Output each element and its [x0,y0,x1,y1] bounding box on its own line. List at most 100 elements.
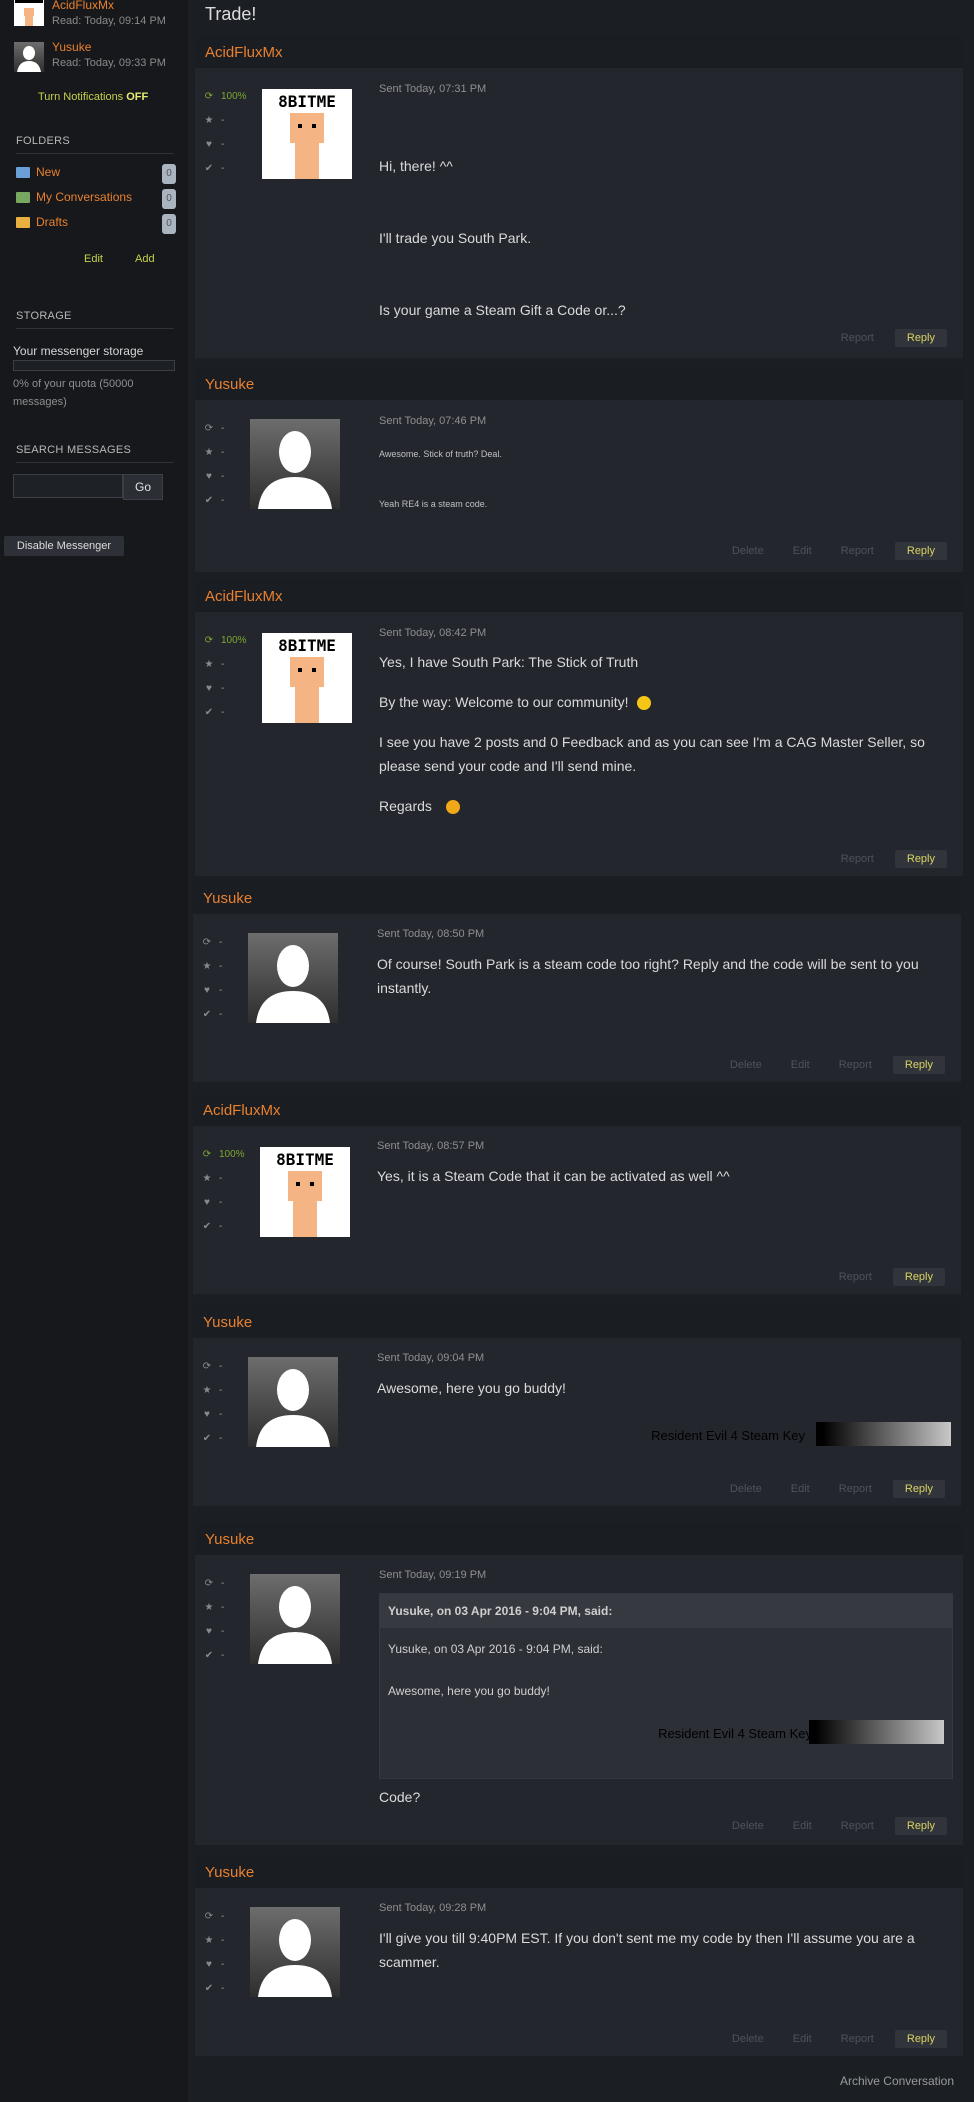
stat-value: - [221,1626,225,1637]
reply-button[interactable]: Reply [894,850,947,868]
folder-new[interactable]: New 0 [16,164,176,186]
quote-header: Yusuke, on 03 Apr 2016 - 9:04 PM, said: [380,1594,952,1628]
check-icon: ✔ [204,495,214,506]
avatar [14,0,44,26]
report-button[interactable]: Report [841,853,874,865]
recent-name[interactable]: Yusuke [52,40,91,54]
sent-time: Sent Today, 09:28 PM [379,1902,487,1914]
star-icon: ★ [202,1173,212,1184]
heart-icon: ♥ [206,683,212,694]
delete-button[interactable]: Delete [732,545,764,557]
sent-time: Sent Today, 09:04 PM [377,1352,485,1364]
notifications-state: OFF [126,91,149,103]
message-post: Yusuke ⟳ - ★ - ♥ - ✔ - Sent Today, 08:50 PM … [193,882,961,1082]
delete-button[interactable]: Delete [730,1483,762,1495]
stat-value: - [221,115,225,126]
report-button[interactable]: Report [841,2033,874,2045]
reply-button[interactable]: Reply [892,1480,945,1498]
star-icon: ★ [202,961,212,972]
stat-value: - [221,1983,225,1994]
edit-folders-link[interactable]: Edit [84,253,103,265]
post-actions: Report Reply [815,329,947,349]
disable-messenger-button[interactable]: Disable Messenger [4,536,124,556]
post-author[interactable]: Yusuke [203,1314,252,1331]
smiley-icon [636,696,651,711]
edit-button[interactable]: Edit [793,2033,812,2045]
star-icon: ★ [204,659,214,670]
avatar[interactable]: 8BITME [260,1147,350,1237]
message-line: I'll trade you South Park. [379,230,532,246]
sent-time: Sent Today, 09:19 PM [379,1569,487,1581]
message-body: Awesome, here you go buddy! [377,1376,949,1400]
quote-line: Yusuke, on 03 Apr 2016 - 9:04 PM, said: [388,1642,603,1656]
edit-button[interactable]: Edit [791,1483,810,1495]
message-line: Awesome, here you go buddy! [377,1380,566,1396]
post-author[interactable]: Yusuke [205,376,254,393]
folder-label: Drafts [36,215,69,229]
post-author[interactable]: AcidFluxMx [205,44,283,61]
add-folder-link[interactable]: Add [135,253,155,265]
avatar[interactable]: 8BITME [262,89,352,179]
reply-button[interactable]: Reply [894,1817,947,1835]
report-button[interactable]: Report [839,1483,872,1495]
report-button[interactable]: Report [841,1820,874,1832]
check-icon: ✔ [202,1009,212,1020]
folder-label: New [36,165,61,179]
post-header: AcidFluxMx [195,580,963,612]
edit-button[interactable]: Edit [793,545,812,557]
heart-icon: ♥ [204,1197,210,1208]
folder-drafts[interactable]: Drafts 0 [16,214,176,236]
reply-button[interactable]: Reply [892,1056,945,1074]
edit-button[interactable]: Edit [793,1820,812,1832]
avatar-caption: 8BITME [278,636,336,655]
notifications-toggle[interactable]: Turn Notifications OFF [38,91,148,103]
reply-button[interactable]: Reply [894,542,947,560]
delete-button[interactable]: Delete [732,2033,764,2045]
search-input[interactable] [13,474,123,498]
stat-value: - [219,985,223,996]
recent-name[interactable]: AcidFluxMx [52,0,114,12]
stat-value: - [221,447,225,458]
folders-heading: FOLDERS [16,135,174,154]
report-button[interactable]: Report [839,1059,872,1071]
post-actions: Delete Edit Report Reply [706,2030,947,2050]
post-author[interactable]: Yusuke [205,1864,254,1881]
author-stats: ⟳ 100% ★ - ♥ - ✔ - [203,634,263,730]
avatar-caption: 8BITME [276,1150,334,1169]
avatar[interactable] [250,419,340,509]
reply-button[interactable]: Reply [894,329,947,347]
heart-icon: ♥ [206,139,212,150]
edit-button[interactable]: Edit [791,1059,810,1071]
search-go-button[interactable]: Go [123,474,163,500]
avatar-caption: 8BITME [278,92,336,111]
post-author[interactable]: Yusuke [203,890,252,907]
delete-button[interactable]: Delete [730,1059,762,1071]
notifications-label: Turn Notifications [38,91,124,103]
search-heading: SEARCH MESSAGES [16,444,174,463]
avatar[interactable] [248,933,338,1023]
post-author[interactable]: Yusuke [205,1531,254,1548]
report-button[interactable]: Report [839,1271,872,1283]
recent-conversation-acidfluxmx[interactable]: AcidFluxMx Read: Today, 09:14 PM [14,0,184,34]
avatar[interactable] [250,1574,340,1664]
report-button[interactable]: Report [841,332,874,344]
avatar[interactable]: 8BITME [262,633,352,723]
report-button[interactable]: Report [841,545,874,557]
avatar[interactable] [250,1907,340,1997]
refresh-icon: ⟳ [204,423,214,434]
post-author[interactable]: AcidFluxMx [205,588,283,605]
rep-value: 100% [221,635,247,646]
heart-icon: ♥ [204,985,210,996]
folder-my-conversations[interactable]: My Conversations 0 [16,189,176,211]
recent-conversation-yusuke[interactable]: Yusuke Read: Today, 09:33 PM [14,40,184,74]
archive-conversation-link[interactable]: Archive Conversation [840,2074,954,2088]
refresh-icon: ⟳ [204,91,214,102]
stat-value: - [219,1173,223,1184]
message-line: Awesome. Stick of truth? Deal. [379,449,502,459]
reply-button[interactable]: Reply [894,2030,947,2048]
message-line: Of course! South Park is a steam code to… [377,956,919,996]
delete-button[interactable]: Delete [732,1820,764,1832]
reply-button[interactable]: Reply [892,1268,945,1286]
post-author[interactable]: AcidFluxMx [203,1102,281,1119]
avatar[interactable] [248,1357,338,1447]
